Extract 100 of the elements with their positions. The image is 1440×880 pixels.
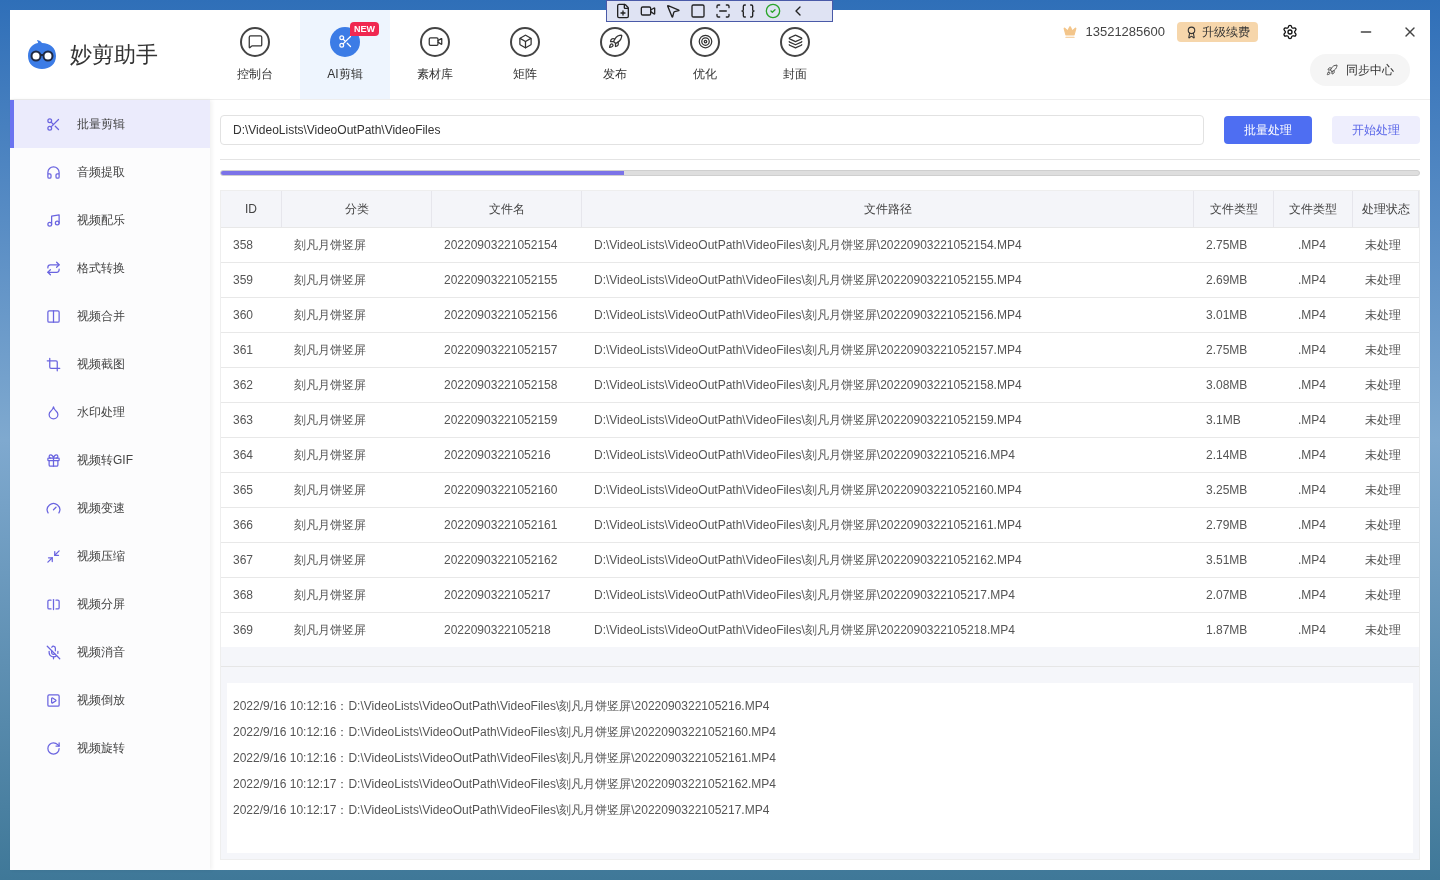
music-note-icon xyxy=(46,212,61,228)
sidebar-item[interactable]: 视频合并 xyxy=(10,292,210,340)
app-name: 妙剪助手 xyxy=(70,41,158,69)
sidebar-item[interactable]: 视频倒放 xyxy=(10,676,210,724)
table-cell-text: .MP4 xyxy=(1297,587,1327,604)
add-file-icon[interactable] xyxy=(615,3,631,19)
table-cell-text: 366 xyxy=(232,517,255,534)
glasses-logo-icon xyxy=(26,38,58,71)
table-cell-text: 20220903221052158 xyxy=(443,377,559,394)
table-cell-text: D:\VideoLists\VideoOutPath\VideoFiles\刻凡月饼竖屏\20220903221052156.MP4 xyxy=(593,307,1023,324)
settings-icon[interactable] xyxy=(1282,24,1298,40)
square-icon[interactable] xyxy=(690,3,706,19)
table-cell-text: 刻凡月饼竖屏 xyxy=(293,552,367,569)
table-cell-text: 2022090322105218 xyxy=(443,622,552,639)
table-cell-text: 20220903221052157 xyxy=(443,342,559,359)
table-cell-text: 2.79MB xyxy=(1205,517,1249,534)
split-screen-icon xyxy=(46,596,61,612)
log-line: 2022/9/16 10:12:16：D:\VideoLists\VideoOutPath\VideoFiles\刻凡月饼竖屏\20220903221052161.MP4 xyxy=(233,750,778,767)
video-camera-icon xyxy=(420,26,450,57)
table-cell-text: 20220903221052160 xyxy=(443,482,559,499)
table-cell-text: 刻凡月饼竖屏 xyxy=(293,272,367,289)
table-cell-text: 刻凡月饼竖屏 xyxy=(293,237,367,254)
merge-icon xyxy=(46,308,61,324)
table-cell-text: D:\VideoLists\VideoOutPath\VideoFiles\刻凡月饼竖屏\20220903221052159.MP4 xyxy=(593,412,1023,429)
table-cell-text: 刻凡月饼竖屏 xyxy=(293,622,367,639)
table-cell-text: D:\VideoLists\VideoOutPath\VideoFiles\刻凡月饼竖屏\20220903221052157.MP4 xyxy=(593,342,1023,359)
crown-icon xyxy=(1063,25,1078,39)
table-cell-text: 3.08MB xyxy=(1205,377,1249,394)
table-cell-text: 刻凡月饼竖屏 xyxy=(293,377,367,394)
table-cell-text: 刻凡月饼竖屏 xyxy=(293,342,367,359)
table-cell-text: D:\VideoLists\VideoOutPath\VideoFiles\刻凡月饼竖屏\2022090322105218.MP4 xyxy=(593,622,1016,639)
table-cell-text: .MP4 xyxy=(1297,307,1327,324)
table-cell-text: 未处理 xyxy=(1364,377,1402,394)
table-cell-text: 363 xyxy=(232,412,255,429)
table-cell-text: 未处理 xyxy=(1364,552,1402,569)
table-cell-text: 2.69MB xyxy=(1205,272,1249,289)
nav-tab[interactable]: NEW AI剪辑 xyxy=(300,10,390,99)
table-cell-text: .MP4 xyxy=(1297,447,1327,464)
target-icon xyxy=(690,26,720,57)
pointer-icon[interactable] xyxy=(665,3,681,19)
sidebar-item[interactable]: 视频转GIF xyxy=(10,436,210,484)
table-cell-text: D:\VideoLists\VideoOutPath\VideoFiles\刻凡月饼竖屏\2022090322105217.MP4 xyxy=(593,587,1016,604)
table-cell-text: .MP4 xyxy=(1297,377,1327,394)
table-cell-text: 20220903221052156 xyxy=(443,307,559,324)
table-cell-text: 3.51MB xyxy=(1205,552,1249,569)
table-cell-text: 刻凡月饼竖屏 xyxy=(293,447,367,464)
sidebar-item[interactable]: 视频配乐 xyxy=(10,196,210,244)
sidebar-item[interactable]: 视频旋转 xyxy=(10,724,210,772)
table-cell-text: 361 xyxy=(232,342,255,359)
table-cell-text: 刻凡月饼竖屏 xyxy=(293,307,367,324)
sidebar-item[interactable]: 批量剪辑 xyxy=(10,100,210,148)
region-select-icon[interactable] xyxy=(715,3,731,19)
chat-icon xyxy=(240,26,270,57)
table-cell-text: .MP4 xyxy=(1297,237,1327,254)
table-cell-text: 20220903221052159 xyxy=(443,412,559,429)
droplet-icon xyxy=(46,404,61,420)
sidebar-item[interactable]: 视频分屏 xyxy=(10,580,210,628)
table-cell-text: 刻凡月饼竖屏 xyxy=(293,412,367,429)
table-cell-text: 未处理 xyxy=(1364,307,1402,324)
table-cell-text: 358 xyxy=(232,237,255,254)
table-cell-text: 368 xyxy=(232,587,255,604)
table-cell-text: 未处理 xyxy=(1364,342,1402,359)
start-process-button[interactable]: 开始处理 xyxy=(1332,115,1420,144)
sidebar-item[interactable]: 视频变速 xyxy=(10,484,210,532)
table-cell-text: 1.87MB xyxy=(1205,622,1249,639)
sidebar-item[interactable]: 格式转换 xyxy=(10,244,210,292)
table-cell-text: D:\VideoLists\VideoOutPath\VideoFiles\刻凡月饼竖屏\20220903221052162.MP4 xyxy=(593,552,1023,569)
table-cell-text: 未处理 xyxy=(1364,237,1402,254)
table-cell-text: D:\VideoLists\VideoOutPath\VideoFiles\刻凡月饼竖屏\20220903221052158.MP4 xyxy=(593,377,1023,394)
rocket-icon xyxy=(600,26,630,57)
batch-process-button[interactable]: 批量处理 xyxy=(1224,115,1312,144)
sidebar-item[interactable]: 水印处理 xyxy=(10,388,210,436)
table-cell-text: 未处理 xyxy=(1364,482,1402,499)
table-cell-text: .MP4 xyxy=(1297,622,1327,639)
table-cell-text: 未处理 xyxy=(1364,517,1402,534)
sidebar-item[interactable]: 音频提取 xyxy=(10,148,210,196)
table-cell-text: 20220903221052154 xyxy=(443,237,559,254)
sync-center-button[interactable]: 同步中心 xyxy=(1310,54,1410,86)
path-field[interactable]: D:\VideoLists\VideoOutPath\VideoFiles xyxy=(220,114,1204,145)
table-cell-text: 未处理 xyxy=(1364,587,1402,604)
layers-icon xyxy=(780,26,810,57)
check-icon[interactable] xyxy=(765,3,781,19)
table-cell-text: .MP4 xyxy=(1297,272,1327,289)
table-cell-text: D:\VideoLists\VideoOutPath\VideoFiles\刻凡月饼竖屏\20220903221052154.MP4 xyxy=(593,237,1023,254)
table-cell-text: D:\VideoLists\VideoOutPath\VideoFiles\刻凡月饼竖屏\20220903221052161.MP4 xyxy=(593,517,1023,534)
camera-icon[interactable] xyxy=(640,3,656,19)
table-cell-text: 3.25MB xyxy=(1205,482,1249,499)
gift-icon xyxy=(46,452,61,468)
braces-icon[interactable] xyxy=(740,3,756,19)
mic-off-icon xyxy=(46,644,61,660)
sidebar-item[interactable]: 视频压缩 xyxy=(10,532,210,580)
table-cell-text: .MP4 xyxy=(1297,412,1327,429)
table-cell-text: 369 xyxy=(232,622,255,639)
sidebar-item[interactable]: 视频消音 xyxy=(10,628,210,676)
upgrade-button[interactable]: 升级续费 xyxy=(1177,22,1258,42)
table-cell-text: 20220903221052155 xyxy=(443,272,559,289)
sidebar-item[interactable]: 视频截图 xyxy=(10,340,210,388)
table-cell-text: 365 xyxy=(232,482,255,499)
table-cell-text: 未处理 xyxy=(1364,272,1402,289)
table-cell-text: 未处理 xyxy=(1364,447,1402,464)
